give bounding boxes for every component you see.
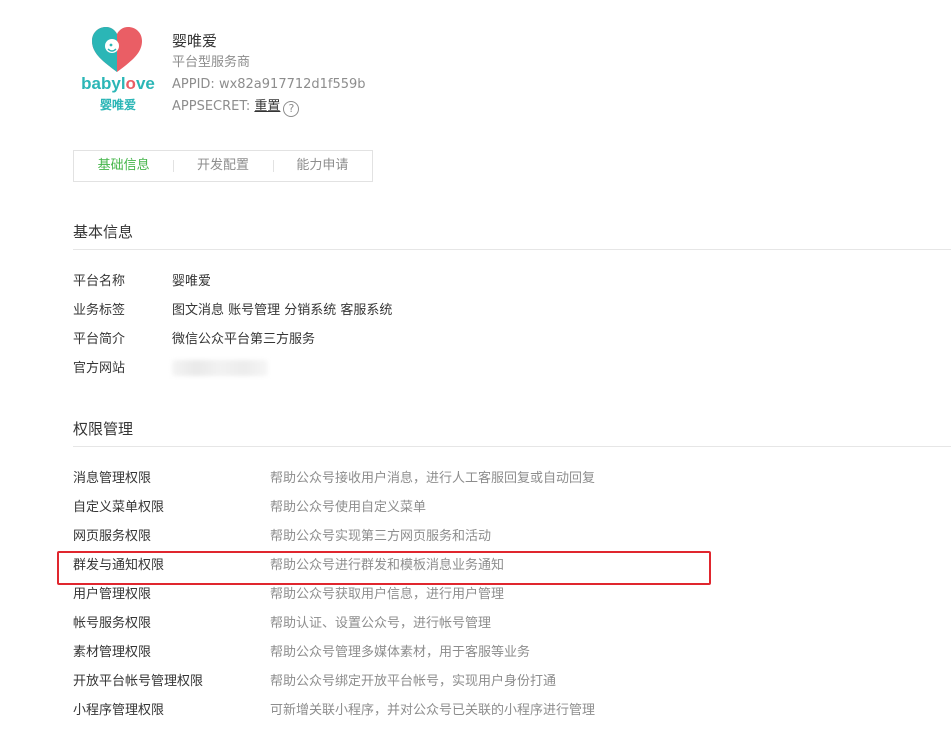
permission-row: 开放平台帐号管理权限 帮助公众号绑定开放平台帐号，实现用户身份打通 — [73, 667, 943, 696]
permissions-title: 权限管理 — [73, 420, 134, 438]
help-icon[interactable]: ? — [283, 101, 300, 117]
permission-name: 消息管理权限 — [73, 471, 152, 486]
permission-desc: 帮助公众号管理多媒体素材，用于客服等业务 — [270, 645, 531, 660]
account-type: 平台型服务商 — [172, 55, 251, 70]
info-key: 平台简介 — [73, 332, 126, 347]
tab-capability-apply[interactable]: 能力申请 — [272, 151, 372, 181]
highlight-box — [57, 551, 711, 585]
brand-logo: babylove 婴唯爱 — [72, 26, 164, 116]
appid-value: wx82a917712d1f559b — [218, 77, 366, 92]
permission-row: 消息管理权限 帮助公众号接收用户消息，进行人工客服回复或自动回复 — [73, 464, 943, 493]
info-row: 平台简介 微信公众平台第三方服务 — [73, 325, 943, 354]
permission-name: 自定义菜单权限 — [73, 500, 165, 515]
permission-row: 帐号服务权限 帮助认证、设置公众号，进行帐号管理 — [73, 609, 943, 638]
info-value: 图文消息 账号管理 分销系统 客服系统 — [172, 303, 393, 318]
tab-bar: 基础信息 开发配置 能力申请 — [73, 150, 373, 182]
permission-name: 素材管理权限 — [73, 645, 152, 660]
appsecret-line: APPSECRET: 重置? — [172, 96, 366, 118]
account-info: 婴唯爱 平台型服务商 APPID: wx82a917712d1f559b APP… — [172, 30, 366, 118]
website-redacted — [172, 360, 268, 376]
permission-row: 小程序管理权限 可新增关联小程序，并对公众号已关联的小程序进行管理 — [73, 696, 943, 725]
basic-info-title: 基本信息 — [73, 223, 134, 241]
logo-heart-icon — [92, 27, 142, 72]
info-row: 业务标签 图文消息 账号管理 分销系统 客服系统 — [73, 296, 943, 325]
account-name: 婴唯爱 — [172, 32, 218, 50]
info-row: 官方网站 — [73, 354, 943, 383]
permission-row: 素材管理权限 帮助公众号管理多媒体素材，用于客服等业务 — [73, 638, 943, 667]
permission-name: 帐号服务权限 — [73, 616, 152, 631]
permission-name: 小程序管理权限 — [73, 703, 165, 718]
permission-desc: 帮助公众号使用自定义菜单 — [270, 500, 427, 515]
section-divider — [73, 249, 951, 250]
permission-row: 自定义菜单权限 帮助公众号使用自定义菜单 — [73, 493, 943, 522]
reset-secret-link[interactable]: 重置 — [254, 99, 280, 114]
permission-desc: 帮助认证、设置公众号，进行帐号管理 — [270, 616, 492, 631]
section-divider — [73, 446, 951, 447]
permission-row: 网页服务权限 帮助公众号实现第三方网页服务和活动 — [73, 522, 943, 551]
info-row: 平台名称 婴唯爱 — [73, 267, 943, 296]
permission-desc: 帮助公众号实现第三方网页服务和活动 — [270, 529, 492, 544]
logo-cn-name: 婴唯爱 — [99, 98, 136, 112]
info-key: 平台名称 — [73, 274, 126, 289]
info-value: 婴唯爱 — [172, 274, 212, 289]
info-key: 业务标签 — [73, 303, 126, 318]
permission-name: 开放平台帐号管理权限 — [73, 674, 204, 689]
tab-dev-config[interactable]: 开发配置 — [173, 151, 272, 181]
permission-name: 网页服务权限 — [73, 529, 152, 544]
appid-line: APPID: wx82a917712d1f559b — [172, 77, 366, 92]
tab-basic-info[interactable]: 基础信息 — [74, 151, 173, 181]
logo-wordmark: babylove — [81, 74, 155, 93]
info-key: 官方网站 — [73, 361, 126, 376]
permission-desc: 帮助公众号绑定开放平台帐号，实现用户身份打通 — [270, 674, 557, 689]
permission-desc: 可新增关联小程序，并对公众号已关联的小程序进行管理 — [270, 703, 596, 718]
permission-desc: 帮助公众号接收用户消息，进行人工客服回复或自动回复 — [270, 471, 596, 486]
info-value: 微信公众平台第三方服务 — [172, 332, 316, 347]
